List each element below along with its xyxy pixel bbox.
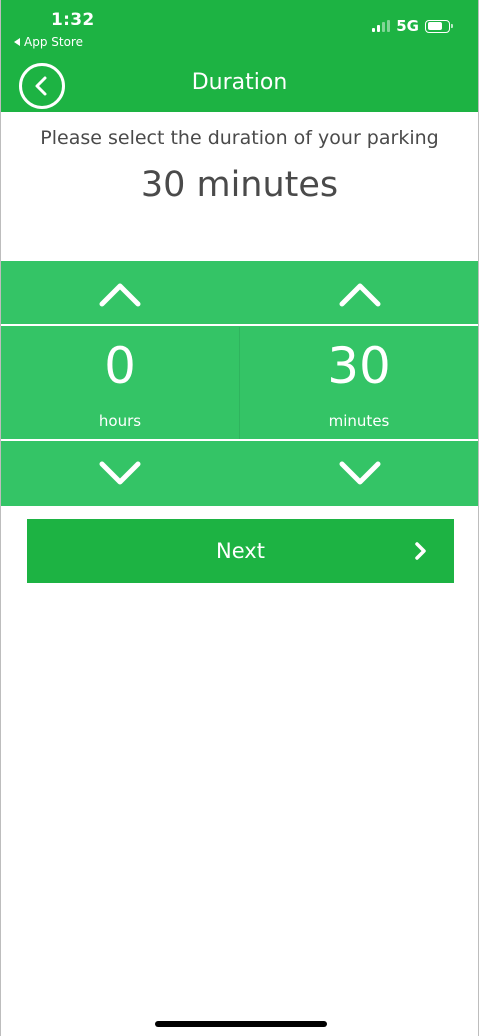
duration-picker: 0 hours 30 minutes (1, 261, 478, 506)
duration-prompt: Please select the duration of your parki… (40, 127, 439, 149)
minutes-unit-label: minutes (328, 412, 390, 430)
back-to-app-link[interactable]: App Store (14, 35, 83, 49)
hours-increment-button[interactable] (96, 274, 144, 314)
home-indicator[interactable] (155, 1021, 327, 1027)
page-title: Duration (191, 70, 288, 95)
picker-divider-bottom (1, 439, 478, 441)
chevron-up-icon (99, 283, 141, 307)
status-indicators: 5G (372, 17, 453, 35)
signal-icon (372, 20, 391, 32)
minutes-increment-button[interactable] (336, 274, 384, 314)
next-button[interactable]: Next (27, 519, 454, 583)
battery-icon (425, 19, 453, 33)
chevron-up-icon (339, 283, 381, 307)
minutes-decrement-button[interactable] (336, 454, 384, 494)
status-time: 1:32 (51, 10, 95, 30)
chevron-down-icon (99, 461, 141, 485)
chevron-right-icon (415, 542, 426, 560)
hours-decrement-button[interactable] (96, 454, 144, 494)
hours-value: 0 (104, 337, 136, 395)
network-label: 5G (396, 17, 419, 35)
hours-unit-label: hours (98, 412, 142, 430)
back-triangle-icon (14, 38, 20, 46)
duration-summary: 30 minutes (140, 165, 339, 205)
top-bar: 1:32 App Store 5G Duration (1, 0, 478, 112)
back-app-label: App Store (24, 35, 83, 49)
chevron-down-icon (339, 461, 381, 485)
picker-divider-top (1, 324, 478, 326)
next-button-label: Next (216, 539, 265, 563)
minutes-value: 30 (327, 337, 391, 395)
